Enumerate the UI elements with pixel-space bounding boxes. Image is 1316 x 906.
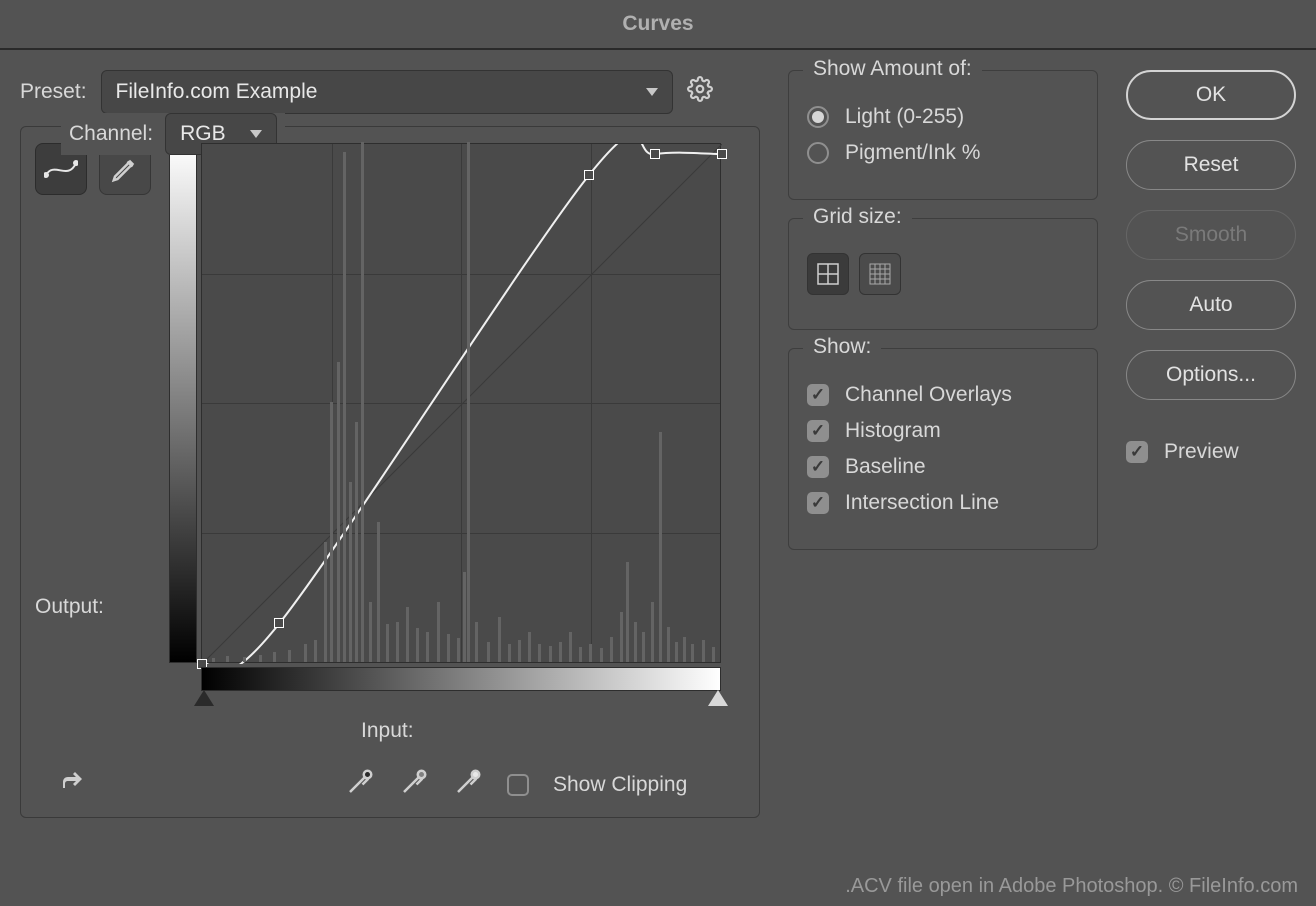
smooth-button: Smooth bbox=[1126, 210, 1296, 260]
channel-overlays-label: Channel Overlays bbox=[845, 383, 1012, 407]
channel-label: Channel: bbox=[69, 122, 153, 146]
reset-button[interactable]: Reset bbox=[1126, 140, 1296, 190]
baseline-checkbox[interactable] bbox=[807, 456, 829, 478]
on-image-tool-icon[interactable] bbox=[57, 768, 89, 802]
histogram-label: Histogram bbox=[845, 419, 941, 443]
white-point-slider[interactable] bbox=[708, 690, 728, 706]
preset-label: Preset: bbox=[20, 80, 87, 104]
options-button[interactable]: Options... bbox=[1126, 350, 1296, 400]
show-clipping-checkbox[interactable] bbox=[507, 774, 529, 796]
white-eyedropper-icon[interactable] bbox=[453, 767, 483, 803]
light-radio[interactable] bbox=[807, 106, 829, 128]
output-label: Output: bbox=[35, 595, 151, 619]
curves-panel: Channel: RGB Output: bbox=[20, 126, 760, 818]
chevron-down-icon bbox=[250, 130, 262, 138]
preview-label: Preview bbox=[1164, 440, 1239, 464]
auto-button[interactable]: Auto bbox=[1126, 280, 1296, 330]
ok-button[interactable]: OK bbox=[1126, 70, 1296, 120]
curve-point[interactable] bbox=[650, 149, 660, 159]
curve-line bbox=[202, 144, 722, 664]
preset-select[interactable]: FileInfo.com Example bbox=[101, 70, 673, 114]
input-label: Input: bbox=[361, 719, 721, 743]
gear-icon[interactable] bbox=[687, 76, 713, 108]
black-eyedropper-icon[interactable] bbox=[345, 767, 375, 803]
preview-checkbox[interactable] bbox=[1126, 441, 1148, 463]
footer-caption: .ACV file open in Adobe Photoshop. © Fil… bbox=[845, 875, 1298, 898]
gray-eyedropper-icon[interactable] bbox=[399, 767, 429, 803]
show-legend: Show: bbox=[803, 335, 881, 359]
channel-overlays-checkbox[interactable] bbox=[807, 384, 829, 406]
histogram-checkbox[interactable] bbox=[807, 420, 829, 442]
light-radio-label: Light (0-255) bbox=[845, 105, 964, 129]
show-amount-fieldset: Show Amount of: Light (0-255) Pigment/In… bbox=[788, 70, 1098, 200]
curve-point[interactable] bbox=[717, 149, 727, 159]
pigment-radio-label: Pigment/Ink % bbox=[845, 141, 980, 165]
grid-10x10-button[interactable] bbox=[859, 253, 901, 295]
grid-size-legend: Grid size: bbox=[803, 205, 912, 229]
output-gradient bbox=[169, 143, 197, 663]
pigment-radio[interactable] bbox=[807, 142, 829, 164]
grid-4x4-button[interactable] bbox=[807, 253, 849, 295]
curve-point[interactable] bbox=[274, 618, 284, 628]
intersection-label: Intersection Line bbox=[845, 491, 999, 515]
curves-graph[interactable] bbox=[201, 143, 721, 663]
show-clipping-label: Show Clipping bbox=[553, 773, 687, 797]
input-gradient[interactable] bbox=[201, 667, 721, 691]
black-point-slider[interactable] bbox=[194, 690, 214, 706]
show-fieldset: Show: Channel Overlays Histogram Baselin… bbox=[788, 348, 1098, 550]
grid-size-fieldset: Grid size: bbox=[788, 218, 1098, 330]
intersection-checkbox[interactable] bbox=[807, 492, 829, 514]
chevron-down-icon bbox=[646, 88, 658, 96]
show-amount-legend: Show Amount of: bbox=[803, 57, 982, 81]
curve-point[interactable] bbox=[584, 170, 594, 180]
preset-value: FileInfo.com Example bbox=[116, 80, 318, 104]
baseline-label: Baseline bbox=[845, 455, 926, 479]
dialog-title: Curves bbox=[0, 0, 1316, 50]
